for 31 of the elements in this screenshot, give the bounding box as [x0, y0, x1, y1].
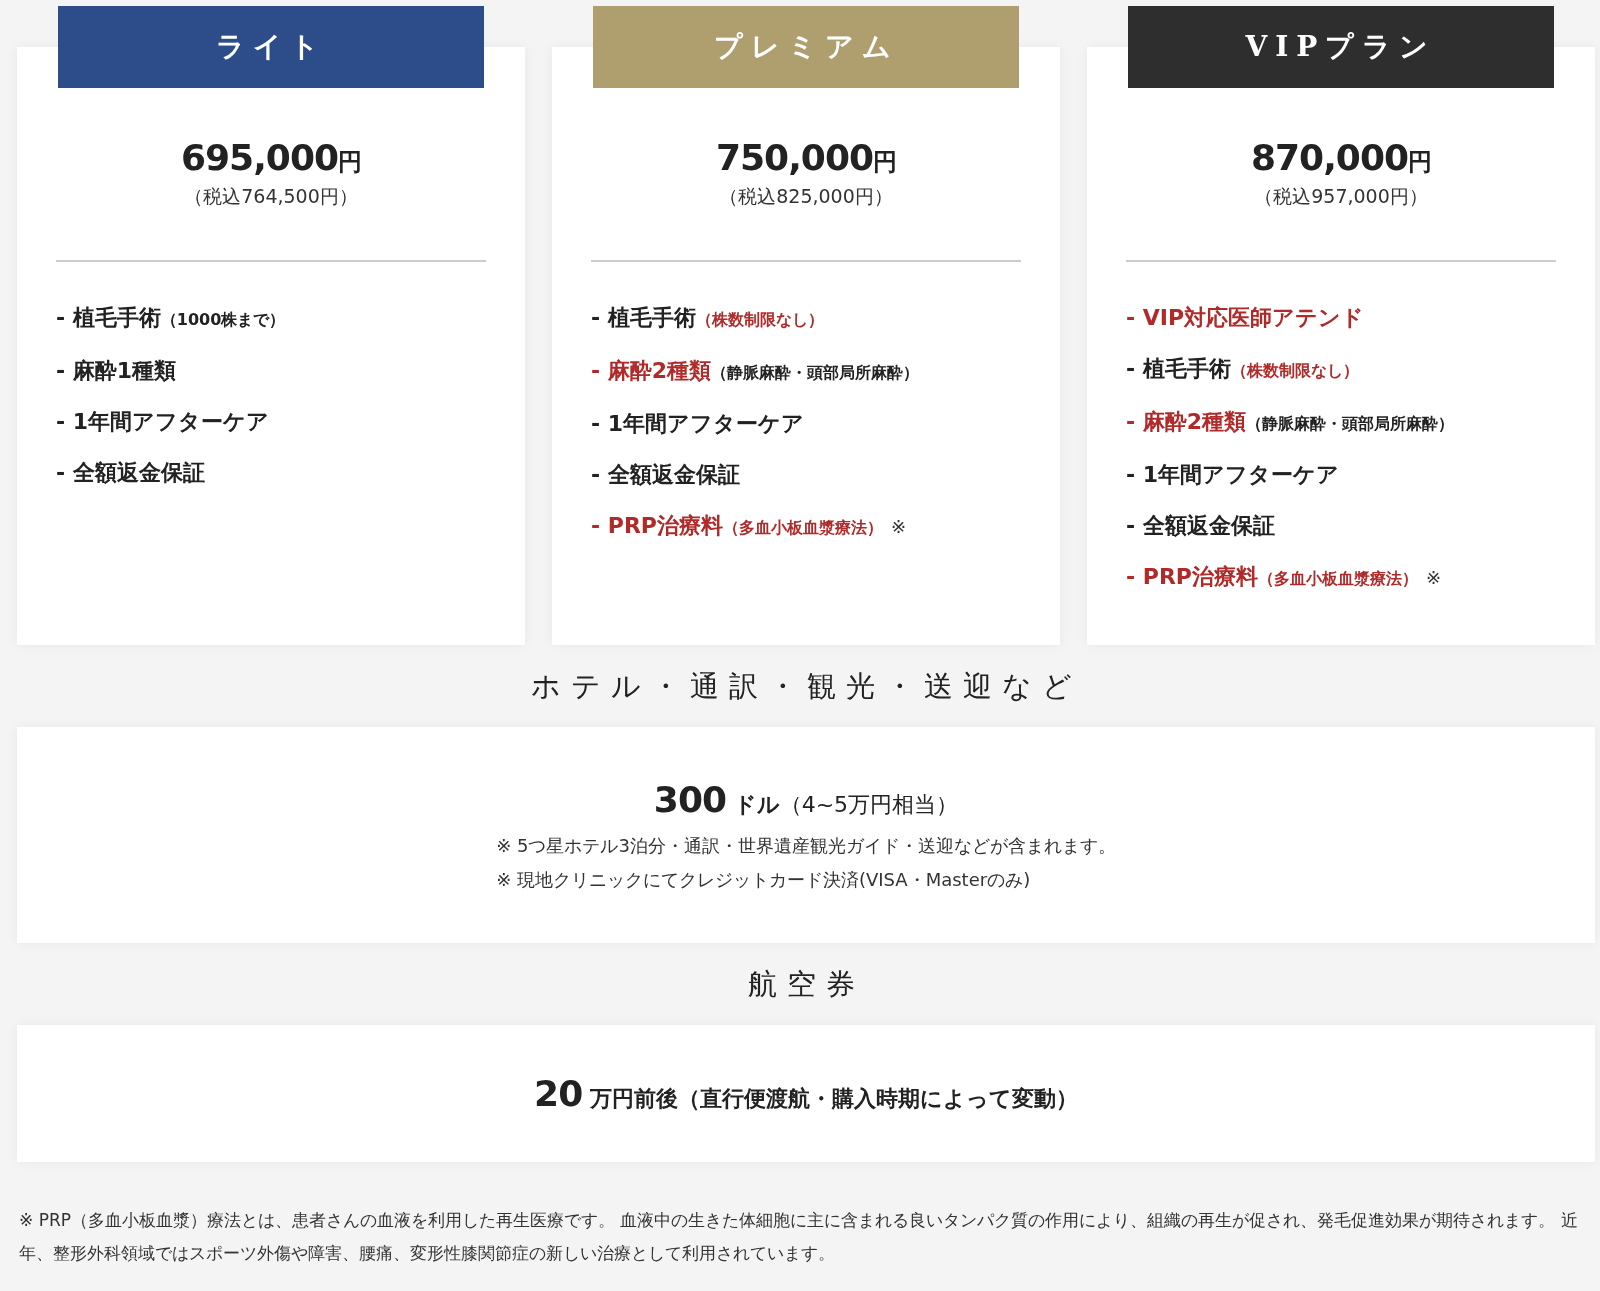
tax-included-price: （税込825,000円） [719, 184, 893, 209]
price-text: 300 ドル（4~5万円相当） [653, 778, 959, 820]
tax-included-price: （税込764,500円） [184, 184, 358, 209]
feature-item: - 植毛手術（株数制限なし） [1126, 355, 1360, 383]
plan-price: 750,000円 [716, 137, 896, 178]
feature-item: - 全額返金保証 [591, 461, 741, 489]
feature-item: - 1年間アフターケア [56, 408, 271, 436]
footnote-text: ※ PRP（多血小板血漿）療法とは、患者さんの血液を利用した再生医療です。 血液中の生きた体細胞に主に含まれる良いタンパク質の作用により、組織の再生が促され、発毛促進効果が期待されます。 近年、整形外科領域ではスポーツ外傷や障害、腰痛、変形性膝関節症の新しい治療として利用されています。 [18, 1209, 1579, 1265]
plan-title: VIPプラン [1128, 6, 1554, 88]
feature-item: - 植毛手術（株数制限なし） [591, 304, 825, 332]
plan-price: 870,000円 [1251, 137, 1431, 178]
feature-item: - PRP治療料（多血小板血漿療法） ※ [1126, 563, 1443, 591]
feature-item: - 全額返金保証 [1126, 512, 1276, 540]
feature-item: - 植毛手術（1000株まで） [56, 304, 287, 332]
feature-item: - PRP治療料（多血小板血漿療法） ※ [591, 512, 908, 540]
price-text: 20 万円前後（直行便渡航・購入時期によって変動） [534, 1073, 1078, 1114]
section-heading: ホテル・通訳・観光・送迎など [529, 668, 1083, 705]
feature-item: - VIP対応医師アテンド [1126, 304, 1366, 332]
plan-title: プレミアム [593, 6, 1019, 88]
feature-item: - 麻酔2種類（静脈麻酔・頭部局所麻酔） [591, 357, 921, 385]
feature-item: - 全額返金保証 [56, 459, 206, 487]
feature-item: - 1年間アフターケア [591, 410, 806, 438]
feature-item: - 麻酔2種類（静脈麻酔・頭部局所麻酔） [1126, 408, 1456, 436]
note-text: ※ 現地クリニックにてクレジットカード決済(VISA・Masterのみ) [496, 867, 1032, 892]
feature-item: - 1年間アフターケア [1126, 461, 1341, 489]
plan-title: ライト [58, 6, 484, 88]
tax-included-price: （税込957,000円） [1254, 184, 1428, 209]
section-heading: 航空券 [746, 966, 866, 1003]
plan-price: 695,000円 [181, 137, 361, 178]
note-text: ※ 5つ星ホテル3泊分・通訳・世界遺産観光ガイド・送迎などが含まれます。 [496, 833, 1116, 858]
feature-item: - 麻酔1種類 [56, 357, 178, 385]
